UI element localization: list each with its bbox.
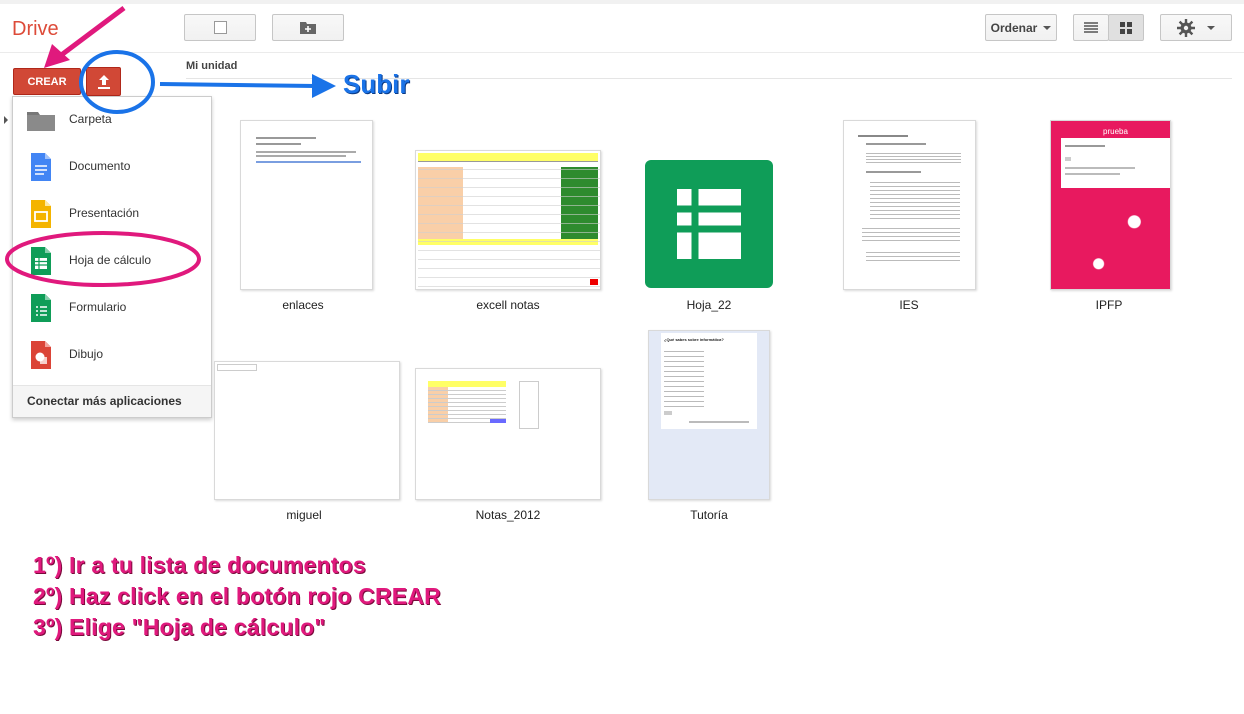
create-menu: Carpeta Documento Presentación Hoja de c…: [12, 96, 212, 418]
menu-item-label: Carpeta: [69, 112, 112, 126]
upload-callout: Subir: [343, 69, 410, 99]
instruction-step: 2º) Haz click en el botón rojo CREAR: [33, 583, 441, 609]
menu-item-folder[interactable]: Carpeta: [13, 97, 211, 144]
menu-item-presentation[interactable]: Presentación: [13, 191, 211, 238]
new-folder-icon: [300, 22, 316, 34]
menu-item-label: Formulario: [69, 300, 127, 314]
settings-button[interactable]: [1160, 14, 1232, 41]
form-title: prueba: [1061, 126, 1170, 138]
file-name: Tutoría: [690, 508, 728, 522]
form-thumbnail: ¿Qué sabes sobre informática?: [648, 330, 770, 500]
upload-icon: [97, 74, 110, 89]
form-title: ¿Qué sabes sobre informática?: [664, 337, 724, 342]
gear-icon: [1177, 18, 1195, 37]
spreadsheet-thumbnail: [214, 361, 400, 500]
menu-item-label: Presentación: [69, 206, 140, 220]
document-thumbnail: [240, 120, 373, 290]
menu-item-label: Hoja de cálculo: [69, 253, 152, 267]
file-name: excell notas: [476, 298, 540, 312]
spreadsheet-thumbnail: [415, 368, 601, 500]
menu-item-label: Dibujo: [69, 347, 104, 361]
upload-button[interactable]: [86, 67, 121, 96]
list-view-icon: [1084, 22, 1098, 33]
file-name: IPFP: [1095, 298, 1123, 312]
file-name: Hoja_22: [686, 298, 732, 312]
menu-item-document[interactable]: Documento: [13, 144, 211, 191]
document-thumbnail: [843, 120, 976, 290]
file-name: enlaces: [282, 298, 324, 312]
forms-icon: [31, 294, 51, 322]
menu-item-drawing[interactable]: Dibujo: [13, 332, 211, 379]
breadcrumb[interactable]: Mi unidad: [186, 60, 237, 72]
list-view-button[interactable]: [1073, 14, 1109, 41]
file-name: Notas_2012: [475, 508, 541, 522]
instruction-step: 3º) Elige "Hoja de cálculo": [33, 614, 326, 640]
grid-view-icon: [1120, 21, 1132, 34]
pink-arrow: [58, 6, 126, 58]
menu-item-spreadsheet[interactable]: Hoja de cálculo: [13, 238, 211, 285]
connect-apps-item[interactable]: Conectar más aplicaciones: [13, 386, 211, 417]
chevron-down-icon: [1207, 25, 1215, 30]
drawing-icon: [31, 341, 51, 369]
select-all-button[interactable]: [184, 14, 256, 41]
create-button[interactable]: CREAR: [13, 68, 81, 95]
checkbox-icon: [213, 21, 227, 34]
sheets-icon: [31, 247, 51, 275]
new-folder-button[interactable]: [272, 14, 344, 41]
spreadsheet-thumbnail: [415, 150, 601, 290]
drive-logo[interactable]: Drive: [12, 18, 59, 41]
form-thumbnail: prueba: [1050, 120, 1171, 290]
menu-item-form[interactable]: Formulario: [13, 285, 211, 332]
sort-dropdown[interactable]: Ordenar: [985, 14, 1057, 41]
chevron-down-icon: [1043, 25, 1052, 30]
menu-pointer-icon: [4, 116, 8, 124]
docs-icon: [31, 153, 51, 181]
blue-arrow: [159, 82, 317, 88]
file-name: IES: [899, 298, 919, 312]
menu-item-label: Documento: [69, 159, 131, 173]
top-bar: [0, 0, 1244, 4]
file-name: miguel: [286, 508, 322, 522]
folder-icon: [27, 112, 55, 131]
pink-arrowhead: [44, 44, 70, 68]
instruction-step: 1º) Ir a tu lista de documentos: [33, 552, 366, 578]
slides-icon: [31, 200, 51, 228]
connect-apps-label: Conectar más aplicaciones: [27, 394, 182, 408]
header-divider: [0, 52, 1244, 53]
sort-label: Ordenar: [990, 20, 1038, 35]
sheets-icon: [645, 160, 773, 288]
grid-view-button[interactable]: [1108, 14, 1144, 41]
